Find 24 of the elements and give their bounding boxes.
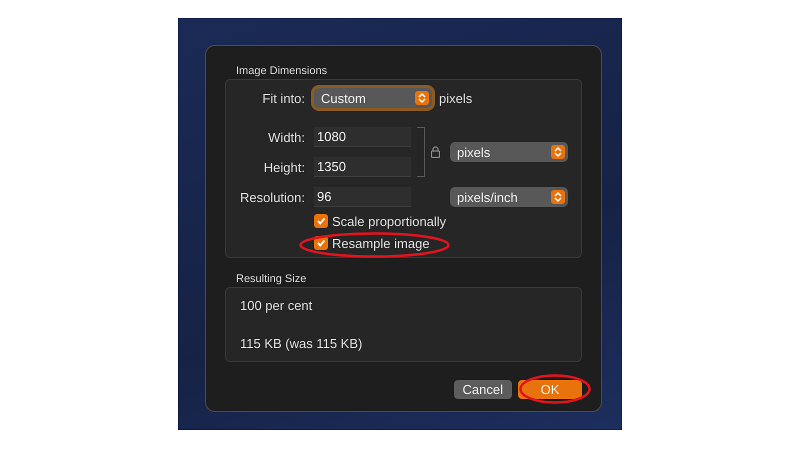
- unit-popup[interactable]: pixels: [450, 142, 568, 162]
- field-label: Fit into:: [261, 90, 305, 106]
- unit-label: pixels: [439, 90, 472, 106]
- checkbox-label[interactable]: Resample image: [332, 236, 430, 250]
- percent-text: 100 per cent: [240, 298, 314, 313]
- fit-into-popup[interactable]: Custom: [314, 88, 432, 108]
- file-size-text: 115 KB (was 115 KB): [240, 336, 364, 351]
- cancel-button[interactable]: Cancel: [454, 380, 512, 399]
- resolution-unit-popup[interactable]: pixels/inch: [450, 187, 568, 207]
- field-label: Resolution:: [238, 190, 305, 204]
- checkbox-label[interactable]: Scale proportionally: [332, 214, 446, 228]
- input-field[interactable]: 1080: [314, 127, 411, 147]
- field-label: Width:: [267, 130, 305, 144]
- stepper-icon: [551, 190, 565, 204]
- stepper-icon: [415, 91, 429, 105]
- checkbox[interactable]: [314, 214, 328, 228]
- lock-icon[interactable]: [431, 146, 440, 158]
- input-field[interactable]: 1350: [314, 157, 411, 177]
- input-field[interactable]: 96: [314, 187, 411, 207]
- section-title: Resulting Size: [236, 273, 306, 285]
- field-label: Height:: [262, 160, 305, 174]
- link-bracket: [417, 127, 425, 177]
- stepper-icon: [551, 145, 565, 159]
- section-title: Image Dimensions: [236, 65, 328, 77]
